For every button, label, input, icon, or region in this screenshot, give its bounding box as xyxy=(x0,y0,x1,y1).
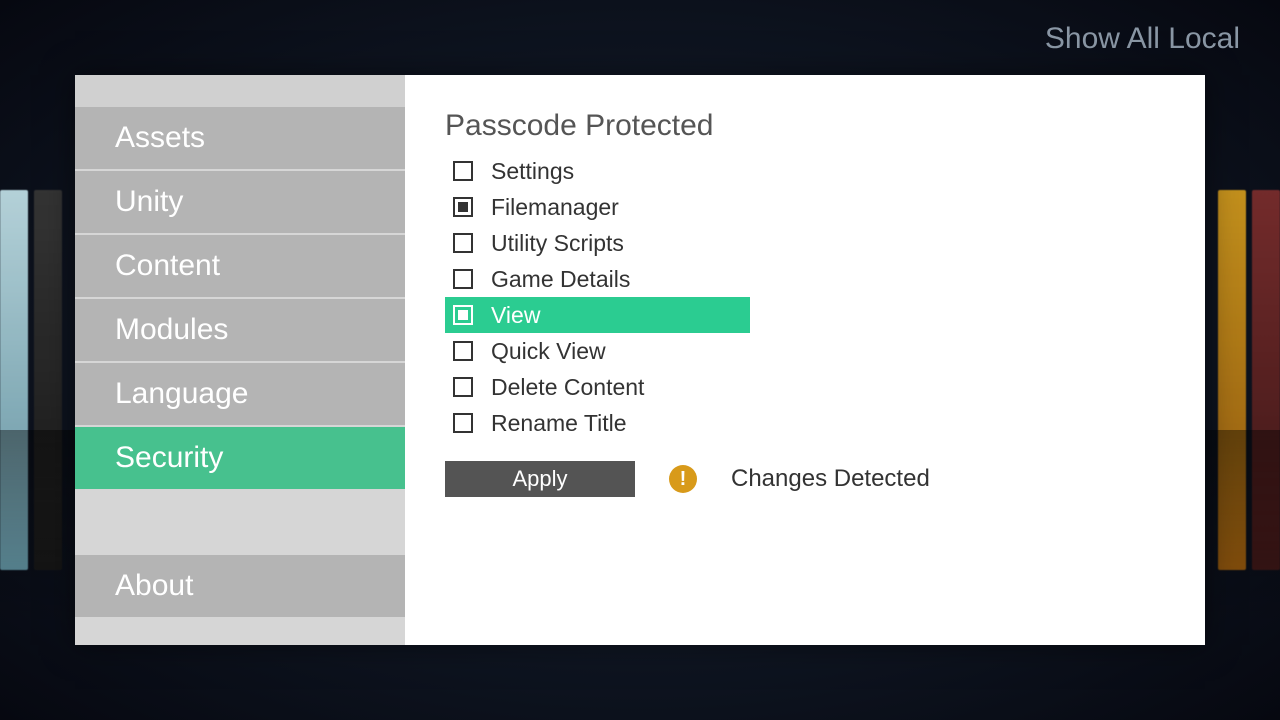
check-label: Quick View xyxy=(491,338,606,365)
sidebar-item-label: Modules xyxy=(115,313,228,347)
check-row-game-details[interactable]: Game Details xyxy=(445,261,750,297)
sidebar-item-label: About xyxy=(115,569,193,603)
check-row-settings[interactable]: Settings xyxy=(445,153,750,189)
check-label: View xyxy=(491,302,540,329)
checkbox-icon xyxy=(453,161,473,181)
check-label: Delete Content xyxy=(491,374,644,401)
sidebar-item-assets[interactable]: Assets xyxy=(75,107,405,171)
checkbox-icon xyxy=(453,197,473,217)
check-label: Settings xyxy=(491,158,574,185)
sidebar-item-unity[interactable]: Unity xyxy=(75,171,405,235)
sidebar-item-label: Security xyxy=(115,441,223,475)
sidebar-fill xyxy=(75,619,405,645)
footer-row: Apply ! Changes Detected xyxy=(445,461,1165,497)
check-row-delete-content[interactable]: Delete Content xyxy=(445,369,750,405)
sidebar-item-label: Assets xyxy=(115,121,205,155)
checkbox-icon xyxy=(453,377,473,397)
check-label: Utility Scripts xyxy=(491,230,624,257)
sidebar-item-about[interactable]: About xyxy=(75,555,405,619)
content-title: Passcode Protected xyxy=(445,109,1165,143)
checkbox-icon xyxy=(453,233,473,253)
status-text: Changes Detected xyxy=(731,465,930,493)
sidebar-spacer xyxy=(75,75,405,107)
sidebar: Assets Unity Content Modules Language Se… xyxy=(75,75,405,645)
checkbox-icon xyxy=(453,341,473,361)
sidebar-item-security[interactable]: Security xyxy=(75,427,405,491)
check-row-rename-title[interactable]: Rename Title xyxy=(445,405,750,441)
check-row-filemanager[interactable]: Filemanager xyxy=(445,189,750,225)
sidebar-item-modules[interactable]: Modules xyxy=(75,299,405,363)
check-row-view[interactable]: View xyxy=(445,297,750,333)
checkbox-icon xyxy=(453,413,473,433)
checkbox-icon xyxy=(453,269,473,289)
check-row-utility-scripts[interactable]: Utility Scripts xyxy=(445,225,750,261)
apply-button[interactable]: Apply xyxy=(445,461,635,497)
top-filter-label[interactable]: Show All Local xyxy=(1045,22,1240,56)
sidebar-item-label: Unity xyxy=(115,185,183,219)
warning-icon: ! xyxy=(669,465,697,493)
passcode-checklist: Settings Filemanager Utility Scripts Gam… xyxy=(445,153,750,441)
sidebar-item-label: Content xyxy=(115,249,220,283)
check-label: Filemanager xyxy=(491,194,619,221)
check-label: Rename Title xyxy=(491,410,627,437)
check-row-quick-view[interactable]: Quick View xyxy=(445,333,750,369)
checkbox-icon xyxy=(453,305,473,325)
sidebar-gap xyxy=(75,491,405,555)
settings-panel: Assets Unity Content Modules Language Se… xyxy=(75,75,1205,645)
sidebar-item-language[interactable]: Language xyxy=(75,363,405,427)
sidebar-item-content[interactable]: Content xyxy=(75,235,405,299)
check-label: Game Details xyxy=(491,266,630,293)
content-pane: Passcode Protected Settings Filemanager … xyxy=(405,75,1205,645)
sidebar-item-label: Language xyxy=(115,377,248,411)
